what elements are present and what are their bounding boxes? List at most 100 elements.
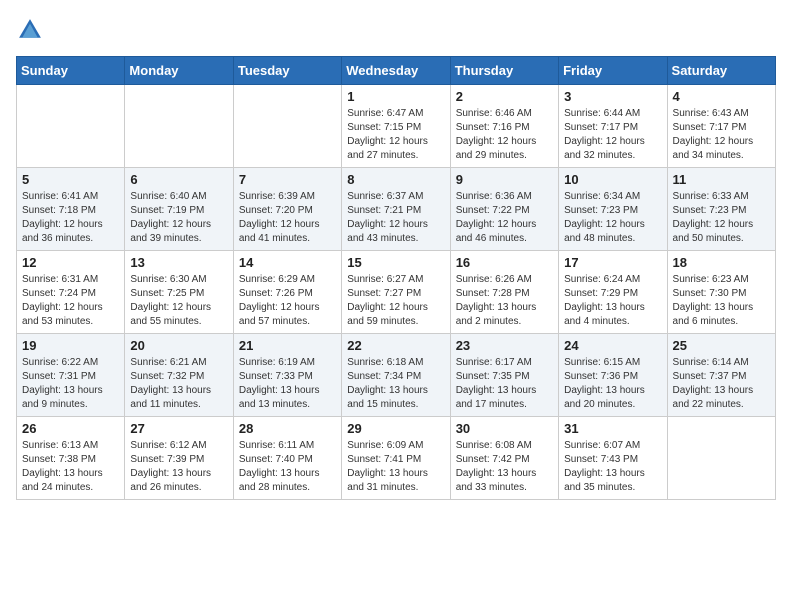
calendar-cell: 5 Sunrise: 6:41 AM Sunset: 7:18 PM Daylig…: [17, 168, 125, 251]
calendar-cell: 29 Sunrise: 6:09 AM Sunset: 7:41 PM Dayli…: [342, 417, 450, 500]
day-number: 31: [564, 421, 661, 436]
calendar-cell: 10 Sunrise: 6:34 AM Sunset: 7:23 PM Dayli…: [559, 168, 667, 251]
calendar-cell: 7 Sunrise: 6:39 AM Sunset: 7:20 PM Daylig…: [233, 168, 341, 251]
calendar-cell: 21 Sunrise: 6:19 AM Sunset: 7:33 PM Dayli…: [233, 334, 341, 417]
logo-icon: [16, 16, 44, 44]
day-number: 25: [673, 338, 770, 353]
calendar-week-row: 12 Sunrise: 6:31 AM Sunset: 7:24 PM Dayli…: [17, 251, 776, 334]
calendar-cell: [125, 85, 233, 168]
calendar-cell: 8 Sunrise: 6:37 AM Sunset: 7:21 PM Daylig…: [342, 168, 450, 251]
day-header-monday: Monday: [125, 57, 233, 85]
day-info: Sunrise: 6:31 AM Sunset: 7:24 PM Dayligh…: [22, 273, 119, 329]
day-header-wednesday: Wednesday: [342, 57, 450, 85]
day-number: 29: [347, 421, 444, 436]
day-info: Sunrise: 6:15 AM Sunset: 7:36 PM Dayligh…: [564, 356, 661, 412]
day-header-friday: Friday: [559, 57, 667, 85]
day-number: 23: [456, 338, 553, 353]
day-info: Sunrise: 6:39 AM Sunset: 7:20 PM Dayligh…: [239, 190, 336, 246]
day-number: 9: [456, 172, 553, 187]
day-header-sunday: Sunday: [17, 57, 125, 85]
day-number: 17: [564, 255, 661, 270]
calendar-week-row: 26Sunrise: 6:13 AM Sunset: 7:38 PM Dayli…: [17, 417, 776, 500]
day-info: Sunrise: 6:47 AM Sunset: 7:15 PM Dayligh…: [347, 107, 444, 163]
day-info: Sunrise: 6:21 AM Sunset: 7:32 PM Dayligh…: [130, 356, 227, 412]
calendar-cell: 14 Sunrise: 6:29 AM Sunset: 7:26 PM Dayli…: [233, 251, 341, 334]
day-number: 30: [456, 421, 553, 436]
day-number: 20: [130, 338, 227, 353]
day-header-tuesday: Tuesday: [233, 57, 341, 85]
day-info: Sunrise: 6:40 AM Sunset: 7:19 PM Dayligh…: [130, 190, 227, 246]
calendar-cell: 11 Sunrise: 6:33 AM Sunset: 7:23 PM Dayli…: [667, 168, 775, 251]
day-number: 27: [130, 421, 227, 436]
calendar-cell: [667, 417, 775, 500]
day-number: 10: [564, 172, 661, 187]
calendar-cell: 4 Sunrise: 6:43 AM Sunset: 7:17 PM Daylig…: [667, 85, 775, 168]
day-info: Sunrise: 6:46 AM Sunset: 7:16 PM Dayligh…: [456, 107, 553, 163]
day-number: 11: [673, 172, 770, 187]
calendar-header-row: SundayMondayTuesdayWednesdayThursdayFrid…: [17, 57, 776, 85]
day-info: Sunrise: 6:12 AM Sunset: 7:39 PM Dayligh…: [130, 439, 227, 495]
day-info: Sunrise: 6:23 AM Sunset: 7:30 PM Dayligh…: [673, 273, 770, 329]
calendar-cell: 6Sunrise: 6:40 AM Sunset: 7:19 PM Daylig…: [125, 168, 233, 251]
day-number: 3: [564, 89, 661, 104]
day-number: 2: [456, 89, 553, 104]
day-info: Sunrise: 6:44 AM Sunset: 7:17 PM Dayligh…: [564, 107, 661, 163]
calendar-cell: 1 Sunrise: 6:47 AM Sunset: 7:15 PM Daylig…: [342, 85, 450, 168]
day-info: Sunrise: 6:36 AM Sunset: 7:22 PM Dayligh…: [456, 190, 553, 246]
day-header-saturday: Saturday: [667, 57, 775, 85]
calendar-cell: 31 Sunrise: 6:07 AM Sunset: 7:43 PM Dayli…: [559, 417, 667, 500]
calendar-week-row: 5 Sunrise: 6:41 AM Sunset: 7:18 PM Daylig…: [17, 168, 776, 251]
day-number: 12: [22, 255, 119, 270]
day-info: Sunrise: 6:07 AM Sunset: 7:43 PM Dayligh…: [564, 439, 661, 495]
day-number: 14: [239, 255, 336, 270]
calendar-cell: 23Sunrise: 6:17 AM Sunset: 7:35 PM Dayli…: [450, 334, 558, 417]
day-number: 8: [347, 172, 444, 187]
calendar-cell: [233, 85, 341, 168]
calendar-cell: 27 Sunrise: 6:12 AM Sunset: 7:39 PM Dayli…: [125, 417, 233, 500]
day-number: 26: [22, 421, 119, 436]
day-info: Sunrise: 6:19 AM Sunset: 7:33 PM Dayligh…: [239, 356, 336, 412]
day-number: 1: [347, 89, 444, 104]
day-number: 15: [347, 255, 444, 270]
day-header-thursday: Thursday: [450, 57, 558, 85]
day-number: 13: [130, 255, 227, 270]
calendar-cell: 2 Sunrise: 6:46 AM Sunset: 7:16 PM Daylig…: [450, 85, 558, 168]
day-number: 5: [22, 172, 119, 187]
day-info: Sunrise: 6:41 AM Sunset: 7:18 PM Dayligh…: [22, 190, 119, 246]
calendar-week-row: 1 Sunrise: 6:47 AM Sunset: 7:15 PM Daylig…: [17, 85, 776, 168]
day-info: Sunrise: 6:26 AM Sunset: 7:28 PM Dayligh…: [456, 273, 553, 329]
calendar-cell: 3 Sunrise: 6:44 AM Sunset: 7:17 PM Daylig…: [559, 85, 667, 168]
calendar-cell: 20 Sunrise: 6:21 AM Sunset: 7:32 PM Dayli…: [125, 334, 233, 417]
calendar-cell: 13 Sunrise: 6:30 AM Sunset: 7:25 PM Dayli…: [125, 251, 233, 334]
calendar-cell: 24 Sunrise: 6:15 AM Sunset: 7:36 PM Dayli…: [559, 334, 667, 417]
day-info: Sunrise: 6:22 AM Sunset: 7:31 PM Dayligh…: [22, 356, 119, 412]
calendar-cell: 30 Sunrise: 6:08 AM Sunset: 7:42 PM Dayli…: [450, 417, 558, 500]
calendar-cell: 12 Sunrise: 6:31 AM Sunset: 7:24 PM Dayli…: [17, 251, 125, 334]
day-info: Sunrise: 6:11 AM Sunset: 7:40 PM Dayligh…: [239, 439, 336, 495]
day-info: Sunrise: 6:43 AM Sunset: 7:17 PM Dayligh…: [673, 107, 770, 163]
day-info: Sunrise: 6:08 AM Sunset: 7:42 PM Dayligh…: [456, 439, 553, 495]
day-info: Sunrise: 6:29 AM Sunset: 7:26 PM Dayligh…: [239, 273, 336, 329]
day-number: 21: [239, 338, 336, 353]
calendar-cell: [17, 85, 125, 168]
calendar-cell: 26Sunrise: 6:13 AM Sunset: 7:38 PM Dayli…: [17, 417, 125, 500]
calendar-cell: 17Sunrise: 6:24 AM Sunset: 7:29 PM Dayli…: [559, 251, 667, 334]
day-info: Sunrise: 6:18 AM Sunset: 7:34 PM Dayligh…: [347, 356, 444, 412]
day-info: Sunrise: 6:09 AM Sunset: 7:41 PM Dayligh…: [347, 439, 444, 495]
day-number: 16: [456, 255, 553, 270]
day-number: 4: [673, 89, 770, 104]
calendar-cell: 22Sunrise: 6:18 AM Sunset: 7:34 PM Dayli…: [342, 334, 450, 417]
calendar-cell: 19Sunrise: 6:22 AM Sunset: 7:31 PM Dayli…: [17, 334, 125, 417]
calendar-cell: 25Sunrise: 6:14 AM Sunset: 7:37 PM Dayli…: [667, 334, 775, 417]
calendar-cell: 18 Sunrise: 6:23 AM Sunset: 7:30 PM Dayli…: [667, 251, 775, 334]
day-info: Sunrise: 6:33 AM Sunset: 7:23 PM Dayligh…: [673, 190, 770, 246]
day-number: 18: [673, 255, 770, 270]
day-number: 7: [239, 172, 336, 187]
page-header: [16, 16, 776, 44]
day-info: Sunrise: 6:30 AM Sunset: 7:25 PM Dayligh…: [130, 273, 227, 329]
day-number: 28: [239, 421, 336, 436]
day-info: Sunrise: 6:37 AM Sunset: 7:21 PM Dayligh…: [347, 190, 444, 246]
day-number: 24: [564, 338, 661, 353]
day-info: Sunrise: 6:27 AM Sunset: 7:27 PM Dayligh…: [347, 273, 444, 329]
day-info: Sunrise: 6:34 AM Sunset: 7:23 PM Dayligh…: [564, 190, 661, 246]
